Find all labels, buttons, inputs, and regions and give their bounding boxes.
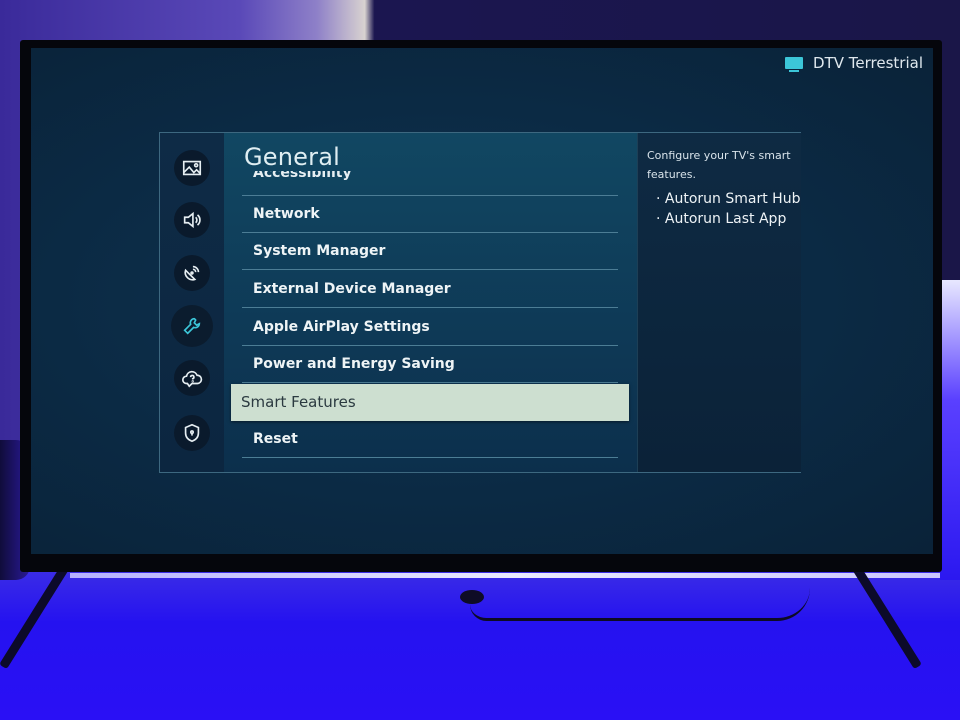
menu-item-apple-airplay-settings[interactable]: Apple AirPlay Settings: [242, 309, 618, 346]
rail-broadcasting[interactable]: [174, 255, 210, 291]
feature-list: Autorun Smart Hub Autorun Last App: [656, 189, 801, 229]
description-text: Configure your TV's smart features.: [647, 149, 791, 181]
rail-privacy[interactable]: [174, 415, 210, 451]
tv-screen: DTV Terrestrial General Accessibility Ne…: [31, 48, 933, 554]
cloud-question-icon: [182, 370, 203, 388]
category-rail: [160, 133, 225, 472]
feature-item: Autorun Smart Hub: [656, 189, 801, 209]
rail-picture[interactable]: [174, 150, 210, 186]
settings-list: General Accessibility Network System Man…: [224, 133, 637, 472]
shield-icon: [184, 423, 200, 443]
rail-sound[interactable]: [174, 202, 210, 238]
rail-general[interactable]: [171, 305, 213, 347]
settings-menu: General Accessibility Network System Man…: [159, 132, 801, 473]
satellite-dish-icon: [184, 265, 200, 281]
separator: [242, 159, 618, 196]
ambient-light: [940, 280, 960, 580]
menu-item-system-manager[interactable]: System Manager: [242, 233, 618, 270]
menu-item-external-device-manager[interactable]: External Device Manager: [242, 271, 618, 308]
menu-item-network[interactable]: Network: [242, 196, 618, 233]
menu-item-smart-features[interactable]: Smart Features: [231, 384, 629, 421]
led-strip: [70, 573, 960, 578]
source-label: DTV Terrestrial: [813, 54, 923, 72]
source-indicator: DTV Terrestrial: [785, 54, 923, 72]
menu-item-power-energy-saving[interactable]: Power and Energy Saving: [242, 346, 618, 383]
tv-icon: [785, 57, 804, 72]
menu-item-reset[interactable]: Reset: [242, 421, 618, 458]
description-pane: Configure your TV's smart features. Auto…: [637, 133, 801, 472]
feature-item: Autorun Last App: [656, 209, 800, 229]
speaker-icon: [183, 211, 201, 229]
power-cable: [470, 588, 810, 621]
picture-icon: [182, 160, 202, 176]
rail-support[interactable]: [174, 360, 210, 396]
wrench-icon: [183, 317, 201, 335]
